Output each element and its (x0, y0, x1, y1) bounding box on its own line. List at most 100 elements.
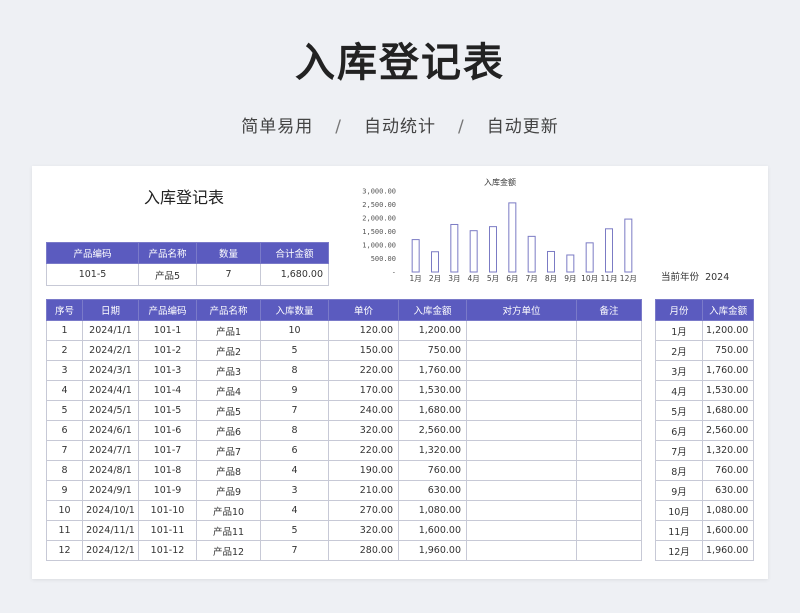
cell-counterparty[interactable] (466, 420, 577, 441)
summary-cell-total[interactable]: 1,680.00 (260, 263, 329, 286)
header-cell-quantity[interactable]: 入库数量 (260, 299, 329, 321)
cell-product-code[interactable]: 101-5 (138, 400, 197, 421)
cell-date[interactable]: 2024/4/1 (82, 380, 139, 401)
cell-month[interactable]: 11月 (655, 520, 703, 541)
cell-quantity[interactable]: 9 (260, 380, 329, 401)
cell-quantity[interactable]: 8 (260, 420, 329, 441)
cell-index[interactable]: 6 (46, 420, 83, 441)
cell-index[interactable]: 5 (46, 400, 83, 421)
cell-remark[interactable] (576, 500, 642, 521)
cell-index[interactable]: 8 (46, 460, 83, 481)
cell-product-name[interactable]: 产品2 (196, 340, 261, 361)
cell-date[interactable]: 2024/3/1 (82, 360, 139, 381)
chart-bar[interactable] (527, 235, 536, 273)
cell-product-name[interactable]: 产品6 (196, 420, 261, 441)
cell-month-amount[interactable]: 1,080.00 (701, 500, 755, 521)
cell-date[interactable]: 2024/11/1 (82, 520, 139, 541)
cell-month[interactable]: 1月 (655, 320, 703, 341)
cell-counterparty[interactable] (466, 440, 577, 461)
cell-month[interactable]: 9月 (655, 480, 703, 501)
cell-unit-price[interactable]: 240.00 (328, 400, 399, 421)
chart-bar[interactable] (489, 226, 497, 273)
chart-bar[interactable] (450, 223, 459, 273)
cell-date[interactable]: 2024/10/1 (82, 500, 139, 521)
cell-unit-price[interactable]: 270.00 (328, 500, 399, 521)
cell-month-amount[interactable]: 1,320.00 (701, 440, 755, 461)
header-cell-index[interactable]: 序号 (46, 299, 83, 321)
cell-quantity[interactable]: 5 (260, 520, 329, 541)
cell-quantity[interactable]: 8 (260, 360, 329, 381)
chart-bar[interactable] (431, 251, 439, 273)
cell-counterparty[interactable] (466, 320, 577, 341)
cell-product-name[interactable]: 产品9 (196, 480, 261, 501)
chart-bar[interactable] (624, 218, 633, 273)
cell-counterparty[interactable] (466, 340, 577, 361)
cell-product-name[interactable]: 产品11 (196, 520, 261, 541)
cell-quantity[interactable]: 3 (260, 480, 329, 501)
cell-amount[interactable]: 1,080.00 (398, 500, 467, 521)
cell-index[interactable]: 3 (46, 360, 83, 381)
cell-amount[interactable]: 1,200.00 (398, 320, 467, 341)
sheet-title[interactable]: 入库登记表 (144, 184, 224, 208)
cell-date[interactable]: 2024/1/1 (82, 320, 139, 341)
cell-index[interactable]: 1 (46, 320, 83, 341)
cell-amount[interactable]: 1,320.00 (398, 440, 467, 461)
cell-month-amount[interactable]: 750.00 (701, 340, 755, 361)
cell-month[interactable]: 6月 (655, 420, 703, 441)
cell-counterparty[interactable] (466, 520, 577, 541)
summary-header-cell[interactable]: 产品名称 (138, 242, 197, 264)
cell-unit-price[interactable]: 190.00 (328, 460, 399, 481)
header-cell-product-code[interactable]: 产品编码 (138, 299, 197, 321)
cell-amount[interactable]: 1,530.00 (398, 380, 467, 401)
cell-product-code[interactable]: 101-8 (138, 460, 197, 481)
cell-remark[interactable] (576, 340, 642, 361)
cell-month[interactable]: 10月 (655, 500, 703, 521)
cell-product-code[interactable]: 101-4 (138, 380, 197, 401)
cell-product-name[interactable]: 产品12 (196, 540, 261, 561)
cell-unit-price[interactable]: 320.00 (328, 520, 399, 541)
cell-month-amount[interactable]: 1,530.00 (701, 380, 755, 401)
header-cell-date[interactable]: 日期 (82, 299, 139, 321)
cell-quantity[interactable]: 5 (260, 340, 329, 361)
cell-counterparty[interactable] (466, 460, 577, 481)
cell-date[interactable]: 2024/5/1 (82, 400, 139, 421)
cell-quantity[interactable]: 7 (260, 540, 329, 561)
cell-index[interactable]: 12 (46, 540, 83, 561)
header-cell-month[interactable]: 月份 (655, 299, 703, 321)
cell-product-name[interactable]: 产品3 (196, 360, 261, 381)
cell-product-code[interactable]: 101-10 (138, 500, 197, 521)
chart-bar[interactable] (411, 239, 420, 273)
cell-remark[interactable] (576, 380, 642, 401)
cell-counterparty[interactable] (466, 540, 577, 561)
cell-month[interactable]: 2月 (655, 340, 703, 361)
chart-bar[interactable] (585, 242, 594, 273)
cell-remark[interactable] (576, 480, 642, 501)
cell-counterparty[interactable] (466, 380, 577, 401)
cell-index[interactable]: 2 (46, 340, 83, 361)
cell-product-code[interactable]: 101-12 (138, 540, 197, 561)
cell-counterparty[interactable] (466, 360, 577, 381)
cell-date[interactable]: 2024/7/1 (82, 440, 139, 461)
cell-unit-price[interactable]: 150.00 (328, 340, 399, 361)
cell-date[interactable]: 2024/6/1 (82, 420, 139, 441)
cell-product-name[interactable]: 产品10 (196, 500, 261, 521)
cell-date[interactable]: 2024/9/1 (82, 480, 139, 501)
cell-product-code[interactable]: 101-2 (138, 340, 197, 361)
cell-product-code[interactable]: 101-7 (138, 440, 197, 461)
header-cell-remark[interactable]: 备注 (576, 299, 642, 321)
cell-product-code[interactable]: 101-1 (138, 320, 197, 341)
cell-index[interactable]: 9 (46, 480, 83, 501)
header-cell-product-name[interactable]: 产品名称 (196, 299, 261, 321)
cell-month[interactable]: 12月 (655, 540, 703, 561)
summary-cell-quantity[interactable]: 7 (196, 263, 261, 286)
cell-amount[interactable]: 1,960.00 (398, 540, 467, 561)
cell-amount[interactable]: 760.00 (398, 460, 467, 481)
cell-index[interactable]: 10 (46, 500, 83, 521)
cell-product-name[interactable]: 产品1 (196, 320, 261, 341)
cell-amount[interactable]: 630.00 (398, 480, 467, 501)
cell-month-amount[interactable]: 1,600.00 (701, 520, 755, 541)
cell-counterparty[interactable] (466, 480, 577, 501)
cell-amount[interactable]: 2,560.00 (398, 420, 467, 441)
cell-month-amount[interactable]: 1,760.00 (701, 360, 755, 381)
header-cell-amount[interactable]: 入库金额 (398, 299, 467, 321)
